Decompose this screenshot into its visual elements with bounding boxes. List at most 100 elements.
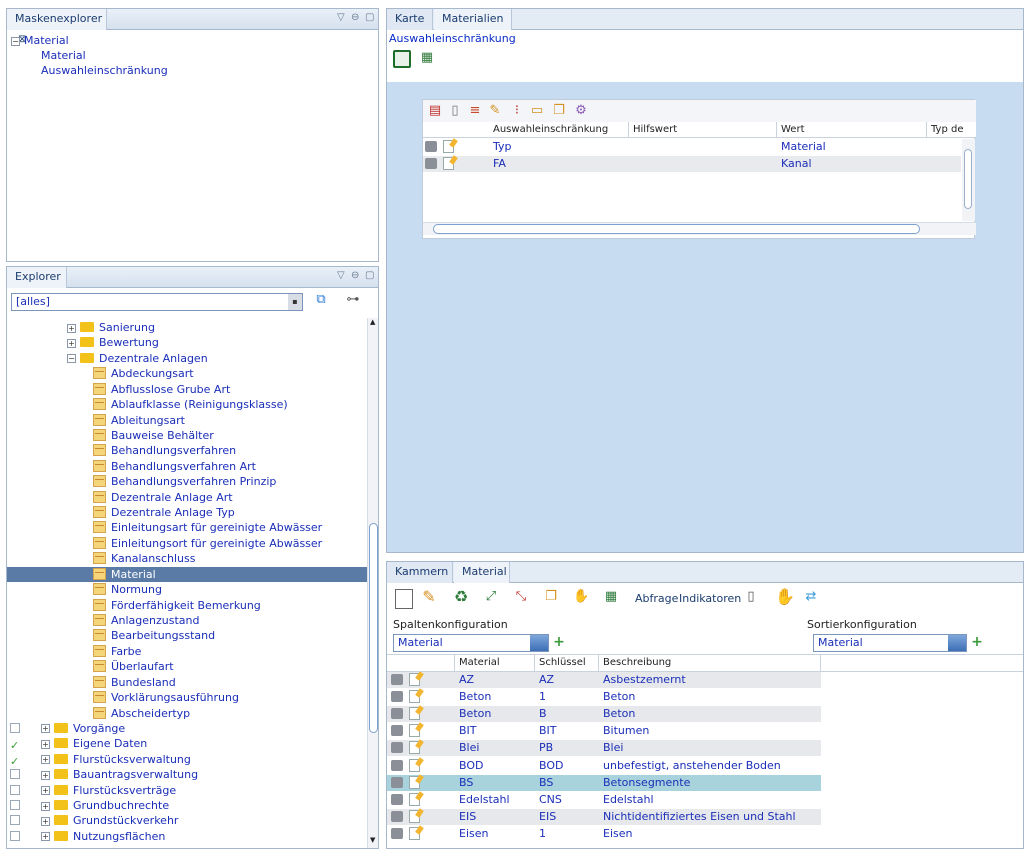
comment-icon[interactable] — [391, 708, 403, 720]
tree-item[interactable]: Ablaufklasse (Reinigungsklasse) — [7, 397, 367, 412]
insert-row-icon[interactable]: ≡ — [467, 103, 483, 119]
comment-icon[interactable] — [391, 725, 403, 737]
spalten-select[interactable]: Material — [393, 634, 549, 652]
dropdown-arrow-icon[interactable] — [948, 635, 966, 651]
indikatoren-button[interactable]: Indikatoren — [679, 592, 741, 605]
expand-icon[interactable]: + — [41, 801, 50, 811]
view-menu-icon[interactable]: ▽ — [337, 270, 345, 281]
new-row-icon[interactable]: ▯ — [447, 103, 463, 119]
table-row[interactable]: FA Kanal — [423, 156, 961, 172]
filter-icon[interactable]: ⁝ — [509, 103, 525, 119]
add-icon[interactable]: + — [969, 634, 985, 650]
tree-item[interactable]: ✓ + Eigene Daten — [7, 736, 367, 751]
dropdown-arrow-icon[interactable]: ▪ — [288, 294, 302, 310]
table-row[interactable]: Typ Material — [423, 139, 961, 155]
sortier-select[interactable]: Material — [813, 634, 967, 652]
tree-item[interactable]: + Bewertung — [7, 335, 367, 350]
checkbox[interactable] — [10, 815, 20, 826]
delete-icon[interactable]: ♻ — [453, 589, 469, 605]
table-row[interactable]: BOD BOD unbefestigt, anstehender Boden — [387, 757, 821, 774]
tree-item[interactable]: Einleitungsort für gereinigte Abwässer — [7, 536, 367, 551]
scroll-thumb[interactable] — [369, 523, 378, 733]
edit-icon[interactable]: ✎ — [421, 589, 437, 605]
edit-icon[interactable] — [409, 690, 420, 704]
comment-icon[interactable] — [391, 759, 403, 771]
tree-item[interactable]: Behandlungsverfahren — [7, 443, 367, 458]
table-row[interactable]: EIS EIS Nichtidentifiziertes Eisen und Sta… — [387, 808, 821, 825]
search-tree-icon[interactable]: ⧉ — [313, 292, 329, 308]
comment-icon[interactable] — [391, 674, 403, 685]
tree-options-icon[interactable]: ⊶ — [345, 292, 361, 308]
tree-item[interactable]: Bundesland — [7, 675, 367, 690]
tab-materialien[interactable]: Materialien — [434, 9, 512, 30]
expand-icon[interactable]: + — [41, 770, 50, 780]
tree-item[interactable]: Bearbeitungsstand — [7, 628, 367, 643]
col-header-schluessel[interactable]: Schlüssel — [535, 655, 599, 671]
vertical-scrollbar[interactable] — [962, 139, 975, 221]
tree-item[interactable]: + Nutzungsflächen — [7, 829, 367, 844]
comment-icon[interactable] — [391, 776, 403, 788]
copy-icon[interactable]: ❐ — [543, 589, 559, 605]
expand-icon[interactable]: ⤢ — [483, 589, 499, 605]
comment-icon[interactable] — [391, 810, 403, 822]
table-row[interactable]: Beton 1 Beton — [387, 689, 821, 706]
table-row[interactable]: BIT BIT Bitumen — [387, 723, 821, 740]
tree-item[interactable]: Behandlungsverfahren Art — [7, 459, 367, 474]
tree-item[interactable]: Vorklärungsausführung — [7, 690, 367, 705]
expand-icon[interactable]: + — [67, 338, 76, 348]
table-row[interactable]: Eisen 1 Eisen — [387, 825, 821, 842]
delete-row-icon[interactable]: ▤ — [427, 103, 443, 119]
tree-item[interactable]: + Grundbuchrechte — [7, 798, 367, 813]
tree-item[interactable]: + Bauantragsverwaltung — [7, 767, 367, 782]
tree-item[interactable]: − Dezentrale Anlagen — [7, 351, 367, 366]
tree-item[interactable]: Einleitungsart für gereinigte Abwässer — [7, 520, 367, 535]
checkbox[interactable]: ✓ — [10, 738, 20, 751]
settings-icon[interactable]: ⚙ — [573, 103, 589, 119]
comment-icon[interactable] — [391, 742, 403, 754]
tab-maskenexplorer[interactable]: Maskenexplorer ⊠ — [7, 9, 107, 45]
tab-material[interactable]: Material — [454, 562, 510, 583]
tree-item[interactable]: Kanalanschluss — [7, 551, 367, 566]
list-icon[interactable]: ▭ — [529, 103, 545, 119]
document-icon[interactable]: ▯ — [743, 589, 759, 605]
tree-item[interactable]: Förderfähigkeit Bemerkung — [7, 598, 367, 613]
expand-icon[interactable]: + — [41, 816, 50, 826]
refresh-table-icon[interactable]: ▦ — [419, 50, 435, 66]
edit-icon[interactable] — [409, 724, 420, 738]
mask-tree-item-material[interactable]: Material — [41, 48, 86, 63]
comment-icon[interactable] — [391, 793, 403, 805]
view-menu-icon[interactable]: ▽ — [337, 12, 345, 23]
explorer-scrollbar[interactable]: ▲ ▼ — [367, 318, 378, 848]
edit-row-icon[interactable]: ✎ — [487, 103, 503, 119]
scroll-thumb[interactable] — [433, 224, 920, 234]
tree-item[interactable]: Bauweise Behälter — [7, 428, 367, 443]
tree-item[interactable]: ✓ + Flurstücksverwaltung — [7, 752, 367, 767]
edit-icon[interactable] — [409, 673, 420, 686]
col-header-wert[interactable]: Wert — [777, 122, 927, 138]
tree-item[interactable]: Abdeckungsart — [7, 366, 367, 381]
comment-icon[interactable] — [425, 158, 437, 169]
tab-karte[interactable]: Karte — [387, 9, 433, 30]
checkbox[interactable]: ✓ — [10, 754, 20, 767]
add-icon[interactable]: + — [551, 634, 567, 650]
tree-item[interactable]: Abscheidertyp — [7, 706, 367, 721]
tree-item[interactable]: Abflusslose Grube Art — [7, 382, 367, 397]
dropdown-arrow-icon[interactable] — [530, 635, 548, 651]
checkbox[interactable] — [10, 800, 20, 811]
tree-item[interactable]: Dezentrale Anlage Typ — [7, 505, 367, 520]
scroll-thumb[interactable] — [964, 149, 972, 209]
tree-item[interactable]: Farbe — [7, 644, 367, 659]
edit-icon[interactable] — [443, 157, 454, 170]
checkbox[interactable] — [10, 830, 20, 841]
tree-item[interactable]: Behandlungsverfahren Prinzip — [7, 474, 367, 489]
edit-icon[interactable] — [409, 707, 420, 721]
tree-item[interactable]: + Grundstückverkehr — [7, 813, 367, 828]
mask-tree-item-auswahleinschraenkung[interactable]: Auswahleinschränkung — [41, 63, 168, 78]
collapse-icon[interactable]: − — [67, 354, 76, 364]
tree-item[interactable]: Dezentrale Anlage Art — [7, 490, 367, 505]
hand-icon[interactable]: ✋ — [775, 589, 795, 605]
col-header-typ[interactable]: Typ de — [927, 122, 967, 138]
minimize-icon[interactable]: ⊖ — [351, 12, 359, 23]
tree-item[interactable]: + Flurstücksverträge — [7, 783, 367, 798]
comment-icon[interactable] — [391, 691, 403, 703]
